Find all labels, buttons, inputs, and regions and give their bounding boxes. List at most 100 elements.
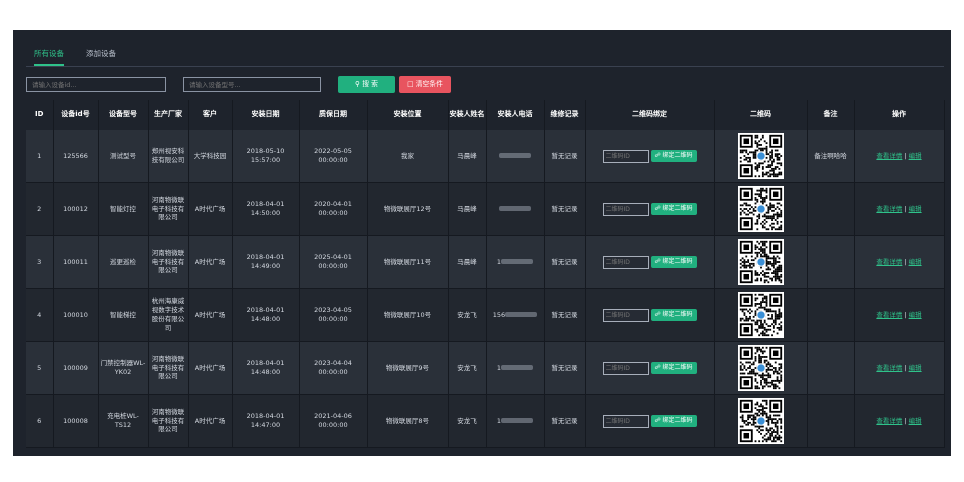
table-row: 5 100009 门禁控制器WL-YK02 河南物微联电子科技有限公司 A时代广场 201… <box>26 341 945 395</box>
column-header: 维修记录 <box>544 100 586 130</box>
cell-installer: 马晨峰 <box>448 235 487 289</box>
cell-customer: A时代广场 <box>188 394 233 448</box>
tab-add-device[interactable]: 添加设备 <box>86 48 116 64</box>
edit-link[interactable]: 编辑 <box>909 364 922 372</box>
qr-id-input[interactable] <box>602 202 649 216</box>
table-body: 1 125566 测试型号 郑州视安科技有限公司 大学科技园 2018-05-10 15:… <box>26 130 945 448</box>
qr-id-input[interactable] <box>602 414 649 428</box>
qr-code-icon <box>737 398 784 444</box>
cell-model: 巡更巡检 <box>98 235 149 289</box>
column-header: ID <box>26 100 54 130</box>
blurred-phone <box>501 365 534 371</box>
table-row: 1 125566 测试型号 郑州视安科技有限公司 大学科技园 2018-05-10 15:… <box>26 130 945 183</box>
cell-actions: 查看详情 | 编辑 <box>854 341 945 395</box>
cell-installer: 马晨峰 <box>448 182 487 236</box>
phone-prefix: 156 <box>492 310 506 319</box>
device-model-search-input[interactable] <box>183 77 321 92</box>
cell-maker: 郑州视安科技有限公司 <box>148 130 189 183</box>
column-header: 客户 <box>188 100 233 130</box>
cell-qr-code <box>714 235 808 289</box>
clear-conditions-button[interactable]: □ 清空条件 <box>399 76 451 93</box>
cell-customer: A时代广场 <box>188 341 233 395</box>
cell-repair: 暂无记录 <box>544 130 586 183</box>
column-header: 备注 <box>807 100 855 130</box>
device-id-search-input[interactable] <box>26 77 166 92</box>
cell-location: 物微联展厅8号 <box>367 394 449 448</box>
tab-all-devices[interactable]: 所有设备 <box>34 48 64 66</box>
cell-id: 6 <box>26 394 54 448</box>
cell-warranty_date: 2023-04-04 00:00:00 <box>299 341 368 395</box>
cell-location: 物微联展厅10号 <box>367 288 449 342</box>
cell-qr-code <box>714 341 808 395</box>
column-header: 二维码绑定 <box>585 100 715 130</box>
bind-qr-label: 绑定二维码 <box>662 363 693 371</box>
cell-maker: 河南物微联电子科技有限公司 <box>148 341 189 395</box>
edit-link[interactable]: 编辑 <box>909 311 922 319</box>
edit-link[interactable]: 编辑 <box>909 205 922 213</box>
view-details-link[interactable]: 查看详情 <box>876 152 902 160</box>
cell-phone <box>486 182 545 236</box>
view-details-link[interactable]: 查看详情 <box>876 311 902 319</box>
view-details-link[interactable]: 查看详情 <box>876 417 902 425</box>
cell-customer: A时代广场 <box>188 235 233 289</box>
qr-id-input[interactable] <box>602 308 649 322</box>
qr-id-input[interactable] <box>602 149 649 163</box>
cell-maker: 河南物微联电子科技有限公司 <box>148 182 189 236</box>
action-separator: | <box>904 310 907 319</box>
bind-qr-button[interactable]: ☍ 绑定二维码 <box>650 361 697 375</box>
bind-qr-button[interactable]: ☍ 绑定二维码 <box>650 255 697 269</box>
cell-qr-bind: ☍ 绑定二维码 <box>585 235 715 289</box>
column-header: 安装人姓名 <box>448 100 487 130</box>
qr-code-icon <box>737 186 784 232</box>
cell-note <box>807 235 855 289</box>
cell-phone: 1 <box>486 394 545 448</box>
device-panel: 所有设备 添加设备 ⚲ 搜 索 □ 清空条件 ID设备id号设备型号生产厂家客户… <box>13 30 951 456</box>
clear-button-label: 清空条件 <box>415 80 443 88</box>
cell-device_id: 100010 <box>53 288 99 342</box>
cell-install_date: 2018-04-01 14:47:00 <box>232 394 300 448</box>
cell-customer: 大学科技园 <box>188 130 233 183</box>
cell-note <box>807 182 855 236</box>
cell-model: 门禁控制器WL-YK02 <box>98 341 149 395</box>
bind-qr-label: 绑定二维码 <box>662 257 693 265</box>
cell-device_id: 100009 <box>53 341 99 395</box>
column-header: 安装日期 <box>232 100 300 130</box>
cell-repair: 暂无记录 <box>544 394 586 448</box>
table-row: 3 100011 巡更巡检 河南物微联电子科技有限公司 A时代广场 2018-04-01 … <box>26 235 945 289</box>
edit-link[interactable]: 编辑 <box>909 417 922 425</box>
cell-warranty_date: 2021-04-06 00:00:00 <box>299 394 368 448</box>
qr-code-icon <box>737 292 784 338</box>
qr-id-input[interactable] <box>602 361 649 375</box>
cell-maker: 河南物微联电子科技有限公司 <box>148 394 189 448</box>
cell-qr-bind: ☍ 绑定二维码 <box>585 341 715 395</box>
cell-note <box>807 288 855 342</box>
table-header-row: ID 设备id号 设备型号 生产厂家 客户 安装日期 质保日期 安装位置 安装人姓名 安装人电话维… <box>26 100 945 130</box>
search-button[interactable]: ⚲ 搜 索 <box>338 76 395 93</box>
edit-link[interactable]: 编辑 <box>909 258 922 266</box>
cell-repair: 暂无记录 <box>544 182 586 236</box>
view-details-link[interactable]: 查看详情 <box>876 258 902 266</box>
bind-qr-button[interactable]: ☍ 绑定二维码 <box>650 308 697 322</box>
table-row: 4 100010 智能梯控 杭州海康威视数字技术股份有限公司 A时代广场 2018-04-… <box>26 288 945 342</box>
cell-actions: 查看详情 | 编辑 <box>854 235 945 289</box>
cell-note: 备注啊哈哈 <box>807 130 855 183</box>
table-row: 2 100012 智能灯控 河南物微联电子科技有限公司 A时代广场 2018-04-01 … <box>26 182 945 236</box>
cell-actions: 查看详情 | 编辑 <box>854 182 945 236</box>
bind-qr-button[interactable]: ☍ 绑定二维码 <box>650 149 697 163</box>
cell-install_date: 2018-04-01 14:50:00 <box>232 182 300 236</box>
cell-customer: A时代广场 <box>188 288 233 342</box>
column-header: 生产厂家 <box>148 100 189 130</box>
qr-id-input[interactable] <box>602 255 649 269</box>
cell-warranty_date: 2022-05-05 00:00:00 <box>299 130 368 183</box>
view-details-link[interactable]: 查看详情 <box>876 205 902 213</box>
bind-qr-button[interactable]: ☍ 绑定二维码 <box>650 414 697 428</box>
edit-link[interactable]: 编辑 <box>909 152 922 160</box>
view-details-link[interactable]: 查看详情 <box>876 364 902 372</box>
blurred-phone <box>501 259 534 265</box>
cell-actions: 查看详情 | 编辑 <box>854 394 945 448</box>
bind-qr-button[interactable]: ☍ 绑定二维码 <box>650 202 697 216</box>
cell-device_id: 100012 <box>53 182 99 236</box>
column-header: 安装位置 <box>367 100 449 130</box>
cell-install_date: 2018-05-10 15:57:00 <box>232 130 300 183</box>
qr-code-icon <box>737 345 784 391</box>
